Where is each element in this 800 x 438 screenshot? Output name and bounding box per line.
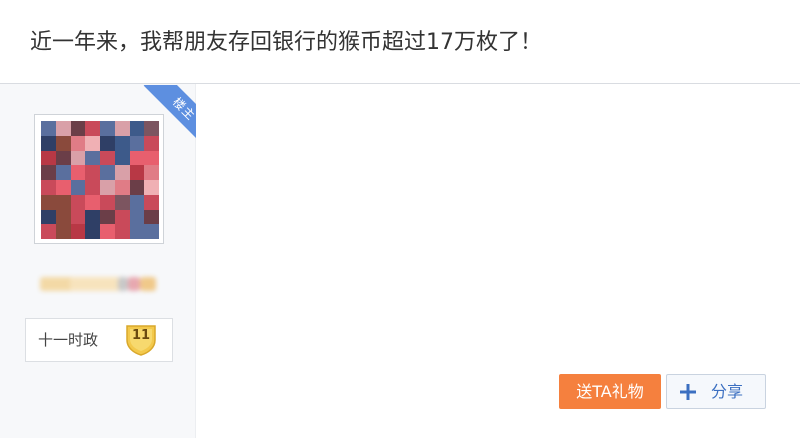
send-gift-button[interactable]: 送TA礼物 [559, 374, 661, 409]
level-shield-icon: 11 [124, 323, 158, 357]
plus-icon [679, 383, 697, 401]
post-title-bar: 近一年来，我帮朋友存回银行的猴币超过17万枚了！ [0, 0, 800, 84]
share-label: 分享 [711, 382, 744, 401]
op-badge-label: 楼主 [169, 94, 196, 124]
username-blurred[interactable] [40, 271, 158, 297]
forum-level-box[interactable]: 十一时政 11 [25, 318, 173, 362]
level-number: 11 [131, 328, 151, 343]
avatar[interactable] [41, 121, 159, 239]
share-button[interactable]: 分享 [666, 374, 766, 409]
avatar-frame[interactable] [34, 114, 164, 244]
forum-level-title: 十一时政 [38, 331, 99, 349]
post-title: 近一年来，我帮朋友存回银行的猴币超过17万枚了！ [30, 30, 542, 55]
